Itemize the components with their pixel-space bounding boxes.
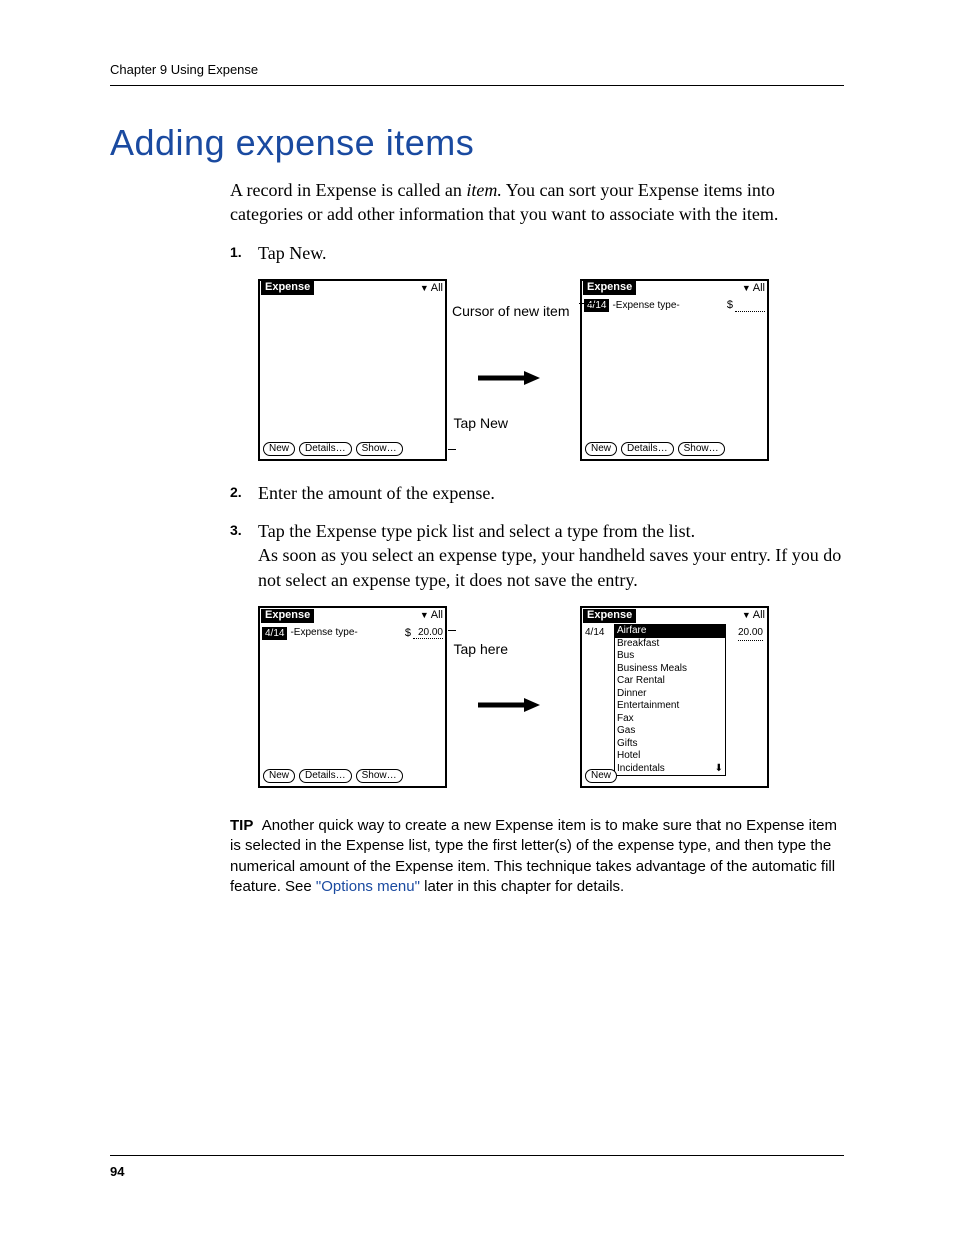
pda-screen-before: Expense ▼ All New Details… Show… <box>258 279 447 461</box>
picklist-option: Incidentals <box>615 763 725 776</box>
page-footer: 94 <box>110 1155 844 1179</box>
tap-here-label: Tap here <box>454 640 508 659</box>
step-1-text: Tap New. <box>258 243 327 263</box>
pda-details-button: Details… <box>299 769 352 783</box>
pda-title: Expense <box>583 281 636 295</box>
step-1-number: 1. <box>230 243 242 262</box>
annotation-line <box>579 303 595 304</box>
pda-screen-amount: Expense ▼ All 4/14 -Expense type- $ 20.0… <box>258 606 447 788</box>
pda-details-button: Details… <box>299 442 352 456</box>
picklist-option: Breakfast <box>615 638 725 651</box>
pda-filter-all: ▼ All <box>742 609 765 622</box>
expense-type-picklist: Airfare Breakfast Bus Business Meals Car… <box>614 624 726 776</box>
pda-new-button: New <box>263 769 295 783</box>
figure-2: Expense ▼ All 4/14 -Expense type- $ 20.0… <box>258 606 844 790</box>
picklist-option: Bus <box>615 650 725 663</box>
pda-all-label: All <box>753 282 765 295</box>
tip-label: TIP <box>230 817 253 834</box>
pda-new-button: New <box>585 769 617 783</box>
intro-text-1: A record in Expense is called an <box>230 180 466 200</box>
pda-amount-value: 20.00 <box>413 627 443 639</box>
dropdown-triangle-icon: ▼ <box>420 282 429 295</box>
step-3-body: As soon as you select an expense type, y… <box>258 543 844 592</box>
step-2-text: Enter the amount of the expense. <box>258 483 495 503</box>
figure-1: Expense ▼ All New Details… Show… <box>258 279 844 463</box>
arrow-right-icon <box>478 371 540 385</box>
pda-button-bar: New <box>585 769 617 783</box>
picklist-option: Car Rental <box>615 675 725 688</box>
running-header: Chapter 9 Using Expense <box>110 62 844 86</box>
body-column: A record in Expense is called an item. Y… <box>230 178 844 897</box>
step-2-number: 2. <box>230 483 242 502</box>
intro-paragraph: A record in Expense is called an item. Y… <box>230 178 844 227</box>
pda-screen-picklist: Expense ▼ All 4/14 20.00 Airfare Breakfa… <box>580 606 769 788</box>
pda-date: 4/14 <box>585 626 604 640</box>
pda-new-item-row: 4/14 -Expense type- $ <box>584 299 765 313</box>
pda-all-label: All <box>753 609 765 622</box>
cursor-label: Cursor of new item <box>452 303 569 320</box>
pda-all-label: All <box>431 282 443 295</box>
pda-type-placeholder: -Expense type- <box>612 299 679 313</box>
pda-currency: $ <box>727 298 733 313</box>
dropdown-triangle-icon: ▼ <box>420 609 429 622</box>
section-heading: Adding expense items <box>110 122 844 164</box>
pda-date: 4/14 <box>584 299 609 312</box>
pda-item-row: 4/14 -Expense type- $ 20.00 <box>262 626 443 640</box>
pda-show-button: Show… <box>356 442 403 456</box>
picklist-option: Entertainment <box>615 700 725 713</box>
picklist-option: Business Meals <box>615 663 725 676</box>
picklist-option: Dinner <box>615 688 725 701</box>
pda-title: Expense <box>261 609 314 623</box>
scroll-down-icon: ⬇ <box>715 763 723 776</box>
pda-show-button: Show… <box>678 442 725 456</box>
pda-screen-after: Expense ▼ All 4/14 -Expense type- $ <box>580 279 769 461</box>
pda-title: Expense <box>583 609 636 623</box>
picklist-option: Gifts <box>615 738 725 751</box>
picklist-option: Gas <box>615 725 725 738</box>
step-3-number: 3. <box>230 521 242 540</box>
pda-amount-field <box>735 300 765 312</box>
pda-filter-all: ▼ All <box>420 609 443 622</box>
pda-new-button: New <box>263 442 295 456</box>
pda-all-label: All <box>431 609 443 622</box>
figure-2-annotations: Tap here <box>452 606 576 790</box>
picklist-option: Fax <box>615 713 725 726</box>
tap-new-label: Tap New <box>454 414 508 433</box>
step-3-text: Tap the Expense type pick list and selec… <box>258 521 695 541</box>
pda-title: Expense <box>261 281 314 295</box>
tip-link[interactable]: "Options menu" <box>316 878 420 895</box>
intro-italic: item. <box>466 180 502 200</box>
dropdown-triangle-icon: ▼ <box>742 609 751 622</box>
pda-date: 4/14 <box>262 627 287 640</box>
dropdown-triangle-icon: ▼ <box>742 282 751 295</box>
pda-button-bar: New Details… Show… <box>585 442 725 456</box>
tip-text-2: later in this chapter for details. <box>420 878 624 895</box>
picklist-option: Hotel <box>615 750 725 763</box>
pda-show-button: Show… <box>356 769 403 783</box>
page-number: 94 <box>110 1164 124 1179</box>
pda-filter-all: ▼ All <box>420 282 443 295</box>
tip-block: TIP Another quick way to create a new Ex… <box>230 816 844 897</box>
pda-type-placeholder: -Expense type- <box>290 626 357 640</box>
pda-filter-all: ▼ All <box>742 282 765 295</box>
pda-button-bar: New Details… Show… <box>263 769 403 783</box>
picklist-selected: Airfare <box>615 625 725 638</box>
arrow-right-icon <box>478 698 540 712</box>
pda-button-bar: New Details… Show… <box>263 442 403 456</box>
step-3: 3. Tap the Expense type pick list and se… <box>230 519 844 790</box>
pda-currency: $ <box>405 626 411 641</box>
step-2: 2. Enter the amount of the expense. <box>230 481 844 505</box>
pda-details-button: Details… <box>621 442 674 456</box>
step-1: 1. Tap New. Expense ▼ All New <box>230 241 844 463</box>
pda-new-button: New <box>585 442 617 456</box>
pda-amount-value: 20.00 <box>738 626 763 641</box>
figure-1-annotations: Cursor of new item Tap New <box>452 279 576 463</box>
